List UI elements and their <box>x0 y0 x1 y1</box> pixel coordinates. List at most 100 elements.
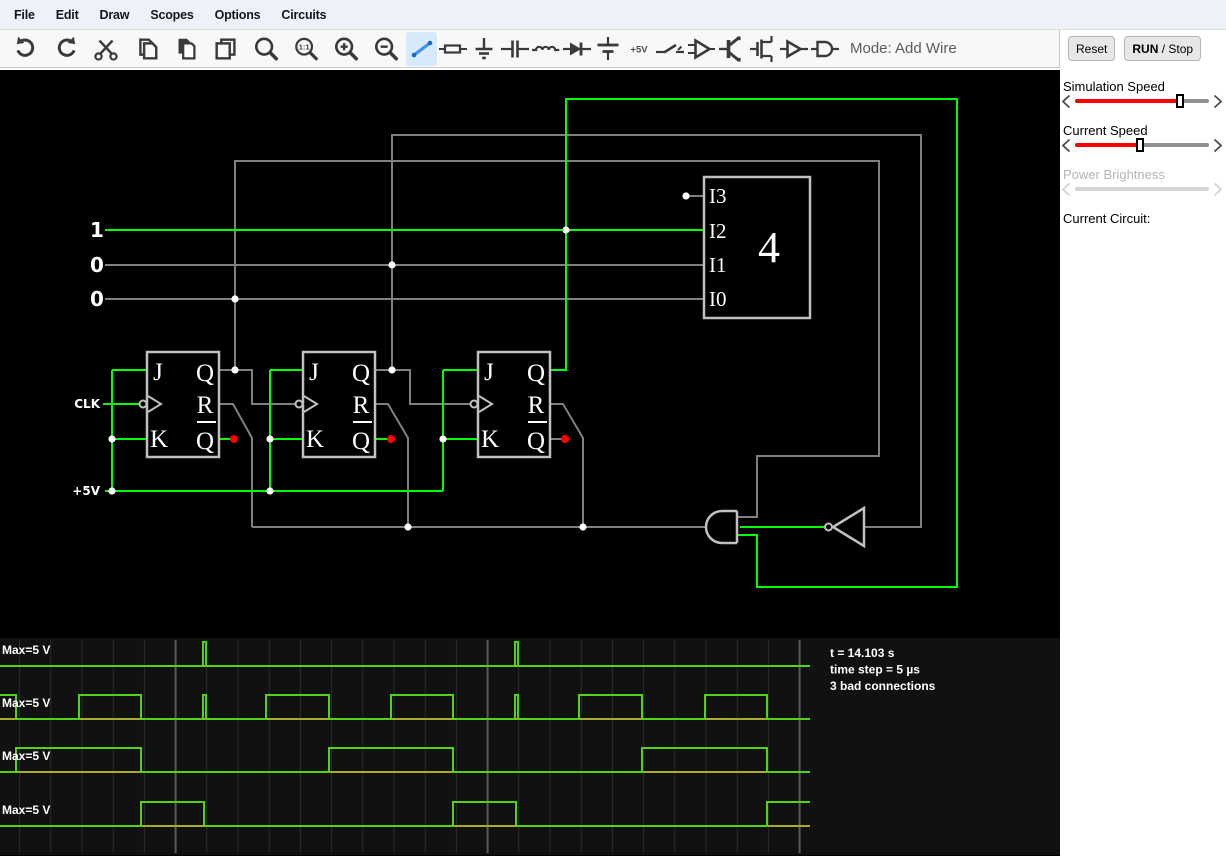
svg-text:K: K <box>306 426 324 453</box>
simulation-speed-right-arrow[interactable] <box>1211 94 1224 114</box>
power-brightness-left-arrow[interactable] <box>1060 182 1073 202</box>
buffer-2-icon[interactable] <box>778 32 809 66</box>
svg-text:R: R <box>353 392 370 419</box>
power-brightness-slider[interactable] <box>1060 181 1226 197</box>
right-panel: Reset RUN / Stop Simulation Speed Current… <box>1060 30 1226 855</box>
current-speed-right-arrow[interactable] <box>1211 138 1224 158</box>
svg-text:3 bad connections: 3 bad connections <box>830 679 936 693</box>
junction-dot <box>562 226 570 234</box>
menu-item-edit[interactable]: Edit <box>56 8 79 22</box>
current-speed-track[interactable] <box>1075 138 1209 152</box>
copy-icon[interactable] <box>126 32 166 66</box>
zoom-out-icon[interactable] <box>366 32 406 66</box>
and-gate-icon[interactable] <box>809 32 840 66</box>
open-terminal-dot <box>682 192 690 200</box>
power-brightness-track[interactable] <box>1075 187 1209 191</box>
svg-text:Max=5 V: Max=5 V <box>2 643 50 657</box>
run-label: RUN <box>1132 41 1159 56</box>
junction-dot <box>439 435 447 443</box>
current-speed-left-arrow[interactable] <box>1060 138 1073 158</box>
stop-label: / Stop <box>1158 41 1194 56</box>
ground-icon[interactable] <box>468 32 499 66</box>
redo-icon[interactable] <box>46 32 86 66</box>
inductor-icon[interactable] <box>530 32 561 66</box>
resistor-icon[interactable] <box>437 32 468 66</box>
menu-item-scopes[interactable]: Scopes <box>150 8 193 22</box>
transistor-icon[interactable] <box>716 32 747 66</box>
canvas-label-1[interactable]: 1 <box>90 218 104 242</box>
junction-dot <box>231 295 239 303</box>
menu-item-file[interactable]: File <box>14 8 35 22</box>
current-speed-label: Current Speed <box>1063 123 1148 138</box>
jk-flip-flop-1[interactable]: J QR K Q <box>138 350 221 459</box>
svg-text:+5V: +5V <box>630 44 648 55</box>
junction-dot <box>388 366 396 374</box>
current-speed-thumb[interactable] <box>1136 138 1144 152</box>
capacitor-icon[interactable] <box>499 32 530 66</box>
svg-text:Q: Q <box>527 428 545 455</box>
run-stop-button[interactable]: RUN / Stop <box>1124 36 1202 61</box>
simulation-speed-track[interactable] <box>1075 94 1209 108</box>
canvas-label-CLK[interactable]: CLK <box>74 397 100 411</box>
canvas-label-0[interactable]: 0 <box>90 253 104 277</box>
svg-text:1:1: 1:1 <box>299 42 310 51</box>
svg-text:Q: Q <box>352 428 370 455</box>
plus-5v-icon[interactable]: +5V <box>623 32 654 66</box>
svg-text:K: K <box>150 426 168 453</box>
cut-icon[interactable] <box>86 32 126 66</box>
mode-label: Mode: Add Wire <box>850 40 957 57</box>
current-speed-slider[interactable] <box>1060 137 1226 153</box>
menu-item-options[interactable]: Options <box>215 8 261 22</box>
zoom-1-1-icon[interactable]: 1:1 <box>286 32 326 66</box>
svg-text:K: K <box>481 426 499 453</box>
svg-text:I2: I2 <box>709 219 727 243</box>
jk-flip-flop-2[interactable]: J QR K Q <box>294 350 377 459</box>
simulation-speed-left-arrow[interactable] <box>1060 94 1073 114</box>
voltage-icon[interactable] <box>592 32 623 66</box>
paste-icon[interactable] <box>166 32 206 66</box>
switch-icon[interactable] <box>654 32 685 66</box>
svg-text:Max=5 V: Max=5 V <box>2 749 50 763</box>
display-decoder-box[interactable]: I3 I2 I1 I0 4 <box>702 175 812 320</box>
current-circuit-label: Current Circuit: <box>1063 211 1151 226</box>
junction-dot <box>266 435 274 443</box>
buffer-icon[interactable] <box>685 32 716 66</box>
svg-text:Q: Q <box>196 360 214 387</box>
junction-dot <box>404 523 412 531</box>
svg-text:Max=5 V: Max=5 V <box>2 696 50 710</box>
jk-flip-flop-3[interactable]: J QR K Q <box>469 350 552 459</box>
diode-icon[interactable] <box>561 32 592 66</box>
search-icon[interactable] <box>246 32 286 66</box>
duplicate-icon[interactable] <box>206 32 246 66</box>
svg-text:I0: I0 <box>709 287 727 311</box>
power-brightness-label: Power Brightness <box>1063 167 1165 182</box>
svg-text:Q: Q <box>527 360 545 387</box>
junction-dot <box>108 487 116 495</box>
svg-text:I1: I1 <box>709 253 727 277</box>
menu-item-circuits[interactable]: Circuits <box>281 8 326 22</box>
circuit-canvas[interactable]: J Q R K Q J Q R K Q J Q R K Q I3 I2 I1 I0 4 1 0 0 CLK +5V Max=5 V… <box>0 70 1060 856</box>
power-brightness-right-arrow[interactable] <box>1211 182 1224 202</box>
mosfet-icon[interactable] <box>747 32 778 66</box>
svg-text:Max=5 V: Max=5 V <box>2 803 50 817</box>
junction-dot <box>108 435 116 443</box>
bad-connection-dot <box>230 435 238 443</box>
svg-text:t = 14.103 s: t = 14.103 s <box>830 646 895 660</box>
svg-text:J: J <box>484 359 494 386</box>
canvas-label-+5V[interactable]: +5V <box>72 484 100 498</box>
junction-dot <box>579 523 587 531</box>
svg-text:R: R <box>197 392 214 419</box>
menu-item-draw[interactable]: Draw <box>100 8 130 22</box>
svg-text:time step = 5 µs: time step = 5 µs <box>830 663 920 677</box>
zoom-in-icon[interactable] <box>326 32 366 66</box>
simulation-speed-thumb[interactable] <box>1176 94 1184 108</box>
menu-bar: File Edit Draw Scopes Options Circuits <box>0 0 1226 30</box>
svg-text:4: 4 <box>758 223 780 272</box>
canvas-label-0[interactable]: 0 <box>90 287 104 311</box>
wire-icon[interactable] <box>406 31 437 66</box>
reset-button[interactable]: Reset <box>1068 36 1116 61</box>
svg-text:R: R <box>528 392 545 419</box>
toolbar: 1:1 +5V Mode: Add Wire <box>0 30 1060 68</box>
simulation-speed-slider[interactable] <box>1060 93 1226 109</box>
undo-icon[interactable] <box>6 32 46 66</box>
